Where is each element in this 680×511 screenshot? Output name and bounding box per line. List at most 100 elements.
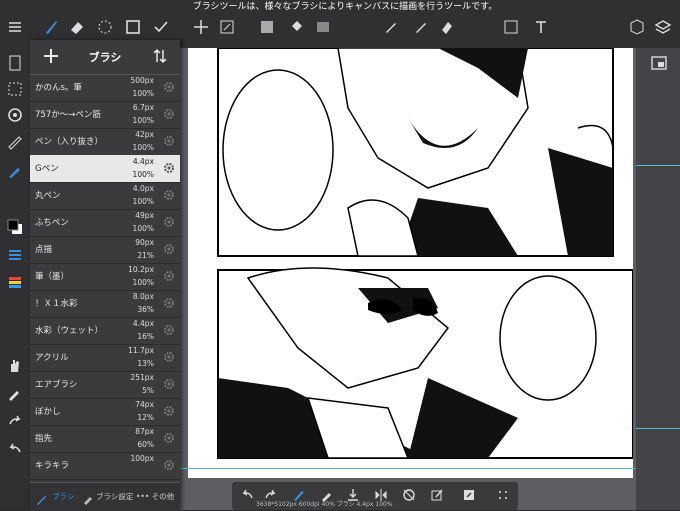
add-brush-button[interactable]	[42, 47, 60, 65]
brush-opacity: 100%	[132, 224, 154, 233]
eraser-icon	[71, 22, 83, 34]
gear-icon[interactable]	[162, 269, 176, 283]
bucket-tool-button[interactable]	[286, 16, 308, 38]
layer-list-button[interactable]	[4, 244, 26, 266]
brush-size: 4.4px	[132, 319, 154, 328]
shape-tool-button[interactable]	[122, 16, 144, 38]
palette-button[interactable]	[4, 272, 26, 294]
gear-icon[interactable]	[162, 188, 176, 202]
material-button[interactable]	[626, 16, 648, 38]
pen-eraser-icon	[416, 23, 426, 33]
brush-item[interactable]: 指先 87px 60%	[30, 425, 180, 453]
brush-item[interactable]: ！Ｘ１水彩 8.0px 36%	[30, 290, 180, 318]
selection-eraser-button[interactable]	[94, 16, 116, 38]
brush-item[interactable]: アクリル 11.7px 13%	[30, 344, 180, 372]
brush-name: ！Ｘ１水彩	[35, 299, 78, 309]
brush-item[interactable]: かのんs。筆 500px 100%	[30, 74, 180, 102]
brush-item[interactable]: Gペン 4.4px 100%	[30, 155, 180, 183]
brush-item[interactable]: ペン（入り抜き） 42px 100%	[30, 128, 180, 156]
fill-tool-button[interactable]	[256, 16, 278, 38]
plus-icon	[44, 49, 58, 63]
gear-icon[interactable]	[162, 161, 176, 175]
document-button[interactable]	[4, 52, 26, 74]
eyedropper-button[interactable]	[4, 382, 26, 404]
brush-item[interactable]: ぼかし 74px 12%	[30, 398, 180, 426]
pen-icon	[386, 23, 396, 33]
edit-button[interactable]	[428, 486, 446, 504]
fill-eraser-button[interactable]	[436, 16, 458, 38]
brush-tool-button[interactable]	[40, 16, 62, 38]
ruler-icon	[8, 136, 22, 150]
pen-fill-button[interactable]	[380, 16, 402, 38]
cube-icon	[630, 19, 644, 35]
navigator-button[interactable]	[648, 52, 670, 74]
brush-opacity: 100%	[132, 197, 154, 206]
brush-opacity: 100%	[132, 143, 154, 152]
gear-icon[interactable]	[162, 80, 176, 94]
brush-settings-tab[interactable]: ブラシ設定	[96, 491, 133, 502]
gear-icon[interactable]	[162, 242, 176, 256]
gear-icon[interactable]	[162, 323, 176, 337]
gear-icon[interactable]	[162, 350, 176, 364]
gear-icon[interactable]	[162, 431, 176, 445]
frame-tool-button[interactable]	[500, 16, 522, 38]
transform-tool-button[interactable]	[216, 16, 238, 38]
brush-tab-icon	[36, 490, 48, 505]
lasso-tool-button[interactable]	[150, 16, 172, 38]
snap-icon	[8, 108, 22, 122]
brush-stroke-icon	[9, 168, 20, 178]
gear-icon[interactable]	[162, 458, 176, 472]
canvas-area[interactable]	[180, 48, 636, 510]
share-button[interactable]	[460, 486, 478, 504]
ruler-button[interactable]	[4, 132, 26, 154]
guide-line	[636, 165, 680, 166]
eraser-tool-button[interactable]	[66, 16, 88, 38]
text-icon	[536, 21, 546, 33]
gear-icon[interactable]	[162, 107, 176, 121]
undo-button[interactable]	[238, 486, 256, 504]
brush-name: 757か～→ペン筋	[35, 110, 101, 120]
brush-item[interactable]: 丸ペン 4.0px 100%	[30, 182, 180, 210]
menu-button[interactable]	[4, 16, 26, 38]
pen-eraser-button[interactable]	[410, 16, 432, 38]
gear-icon[interactable]	[162, 215, 176, 229]
rotate-icon	[403, 489, 415, 501]
color-button[interactable]	[4, 216, 26, 238]
brush-tab[interactable]: ブラシ	[52, 491, 74, 502]
brush-size: 10.2px	[128, 265, 154, 274]
fill-eraser-icon	[442, 22, 452, 34]
grid-menu-button[interactable]	[494, 486, 512, 504]
brush-side-button[interactable]	[4, 160, 26, 182]
brush-name: アクリル	[35, 353, 69, 363]
text-tool-button[interactable]	[530, 16, 552, 38]
status-text: 3638*5102px 600dpi 40% ブラシ 4.4px 100%	[256, 501, 393, 508]
rotate-button[interactable]	[400, 486, 418, 504]
guide-line	[636, 428, 680, 429]
hand-tool-button[interactable]	[4, 354, 26, 376]
brush-item[interactable]: 757か～→ペン筋 6.7px 100%	[30, 101, 180, 129]
undo-side-button[interactable]	[4, 438, 26, 460]
move-tool-button[interactable]	[190, 16, 212, 38]
brush-list: かのんs。筆 500px 100% 757か～→ペン筋 6.7px 100% ペン（入り抜き…	[30, 74, 180, 482]
color-swatch-icon	[7, 219, 22, 234]
redo-side-button[interactable]	[4, 410, 26, 432]
gradient-tool-button[interactable]	[312, 16, 334, 38]
brush-opacity: 36%	[137, 305, 154, 314]
brush-item[interactable]: エアブラシ 251px 5%	[30, 371, 180, 399]
brush-item[interactable]: 点描 90px 21%	[30, 236, 180, 264]
edit-icon	[431, 489, 443, 501]
brush-size: 49px	[135, 211, 154, 220]
brush-item[interactable]: キラキラ 100px	[30, 452, 180, 480]
gear-icon[interactable]	[162, 296, 176, 310]
brush-item[interactable]: 水彩（ウェット） 4.4px 16%	[30, 317, 180, 345]
brush-item[interactable]: ふちペン 49px 100%	[30, 209, 180, 237]
sort-button[interactable]	[152, 48, 168, 64]
selection-button[interactable]	[4, 78, 26, 100]
gear-icon[interactable]	[162, 134, 176, 148]
gear-icon[interactable]	[162, 377, 176, 391]
snap-button[interactable]	[4, 104, 26, 126]
more-tab[interactable]: ••• その他	[136, 491, 174, 502]
gear-icon[interactable]	[162, 404, 176, 418]
brush-item[interactable]: 筆（墨） 10.2px 100%	[30, 263, 180, 291]
layer-button[interactable]	[652, 16, 674, 38]
